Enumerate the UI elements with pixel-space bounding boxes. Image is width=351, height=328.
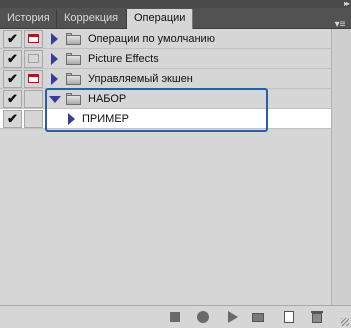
toggle-dialog-cell[interactable] bbox=[24, 70, 43, 88]
toggle-item-cell[interactable]: ✔ bbox=[3, 30, 22, 48]
folder-icon bbox=[66, 73, 81, 85]
toggle-dialog-cell[interactable] bbox=[24, 30, 43, 48]
action-set-row[interactable]: ✔ Операции по умолчанию bbox=[0, 29, 331, 49]
dialog-icon bbox=[28, 54, 39, 63]
checkmark-icon: ✔ bbox=[7, 91, 18, 106]
toggle-dialog-cell[interactable] bbox=[24, 110, 43, 128]
tab-adjustments[interactable]: Коррекция bbox=[57, 9, 127, 28]
expand-triangle-icon[interactable] bbox=[51, 53, 58, 65]
folder-icon bbox=[66, 33, 81, 45]
folder-icon bbox=[66, 53, 81, 65]
toggle-item-cell[interactable]: ✔ bbox=[3, 110, 22, 128]
action-set-label: Управляемый экшен bbox=[88, 73, 193, 85]
toggle-dialog-cell[interactable] bbox=[24, 50, 43, 68]
action-set-row[interactable]: ✔ Управляемый экшен bbox=[0, 69, 331, 89]
expand-triangle-icon[interactable] bbox=[51, 33, 58, 45]
tab-history[interactable]: История bbox=[0, 9, 57, 28]
action-set-label: Операции по умолчанию bbox=[88, 33, 215, 45]
new-set-icon[interactable] bbox=[252, 311, 264, 323]
actions-list: ✔ Операции по умолчанию ✔ Picture Effect… bbox=[0, 29, 351, 305]
record-icon[interactable] bbox=[197, 311, 209, 323]
tab-actions[interactable]: Операции bbox=[127, 9, 193, 29]
action-set-row[interactable]: ✔ Picture Effects bbox=[0, 49, 331, 69]
toggle-item-cell[interactable]: ✔ bbox=[3, 50, 22, 68]
trash-icon[interactable] bbox=[311, 311, 323, 323]
collapse-icon[interactable]: ▸▸ bbox=[344, 0, 350, 8]
bottom-toolbar bbox=[0, 305, 351, 328]
scrollbar[interactable] bbox=[331, 29, 351, 305]
new-action-icon[interactable] bbox=[283, 311, 295, 323]
toggle-item-cell[interactable]: ✔ bbox=[3, 70, 22, 88]
annotation-highlight-box bbox=[45, 88, 268, 132]
checkmark-icon: ✔ bbox=[7, 51, 18, 66]
checkmark-icon: ✔ bbox=[7, 111, 18, 126]
resize-grip-icon[interactable] bbox=[341, 318, 349, 326]
toggle-item-cell[interactable]: ✔ bbox=[3, 90, 22, 108]
checkmark-icon: ✔ bbox=[7, 71, 18, 86]
panel-title-strip: ▸▸ bbox=[0, 0, 351, 8]
expand-triangle-icon[interactable] bbox=[51, 73, 58, 85]
play-icon[interactable] bbox=[227, 311, 239, 323]
actions-panel: ▸▸ История Коррекция Операции ▾≡ ✔ Опера… bbox=[0, 0, 351, 328]
dialog-icon bbox=[28, 34, 39, 43]
dialog-icon bbox=[28, 74, 39, 83]
action-set-label: Picture Effects bbox=[88, 53, 159, 65]
stop-icon[interactable] bbox=[169, 311, 181, 323]
tab-bar: История Коррекция Операции ▾≡ bbox=[0, 8, 351, 30]
toggle-dialog-cell[interactable] bbox=[24, 90, 43, 108]
checkmark-icon: ✔ bbox=[7, 31, 18, 46]
